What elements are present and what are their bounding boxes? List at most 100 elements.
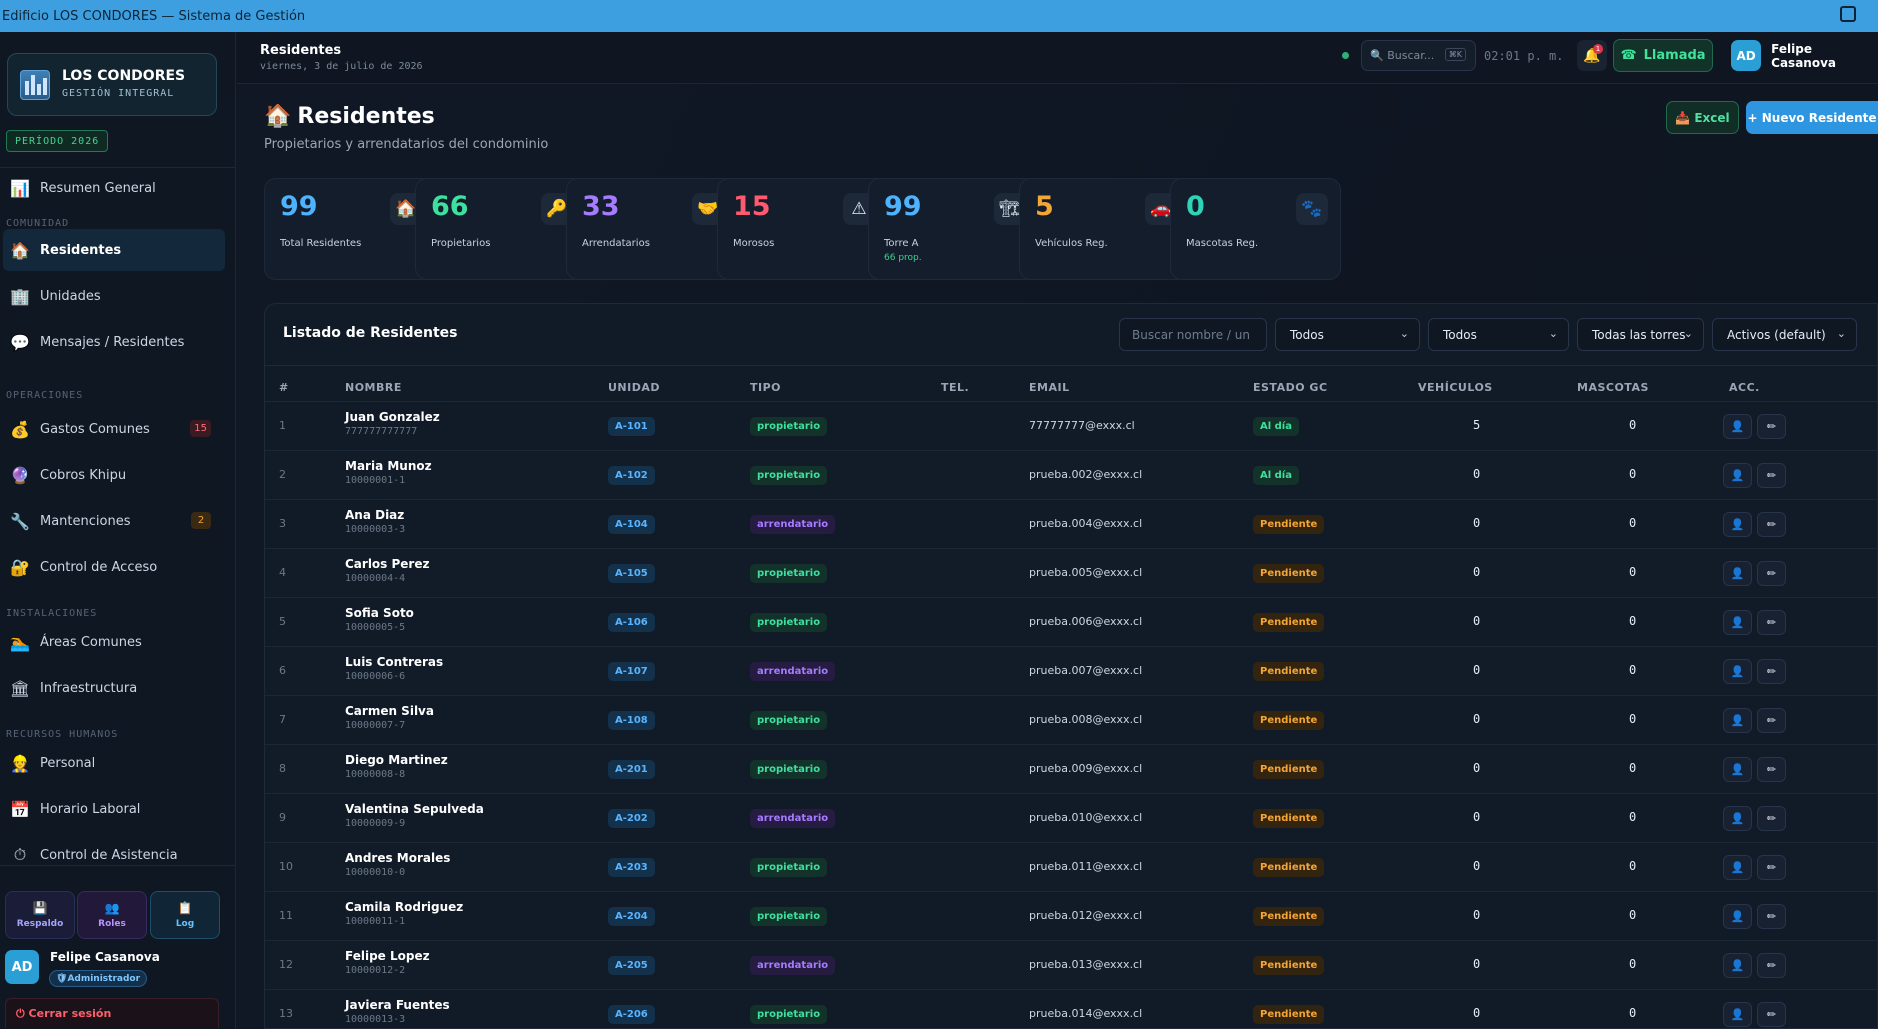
- resident-name[interactable]: Diego Martinez: [345, 753, 448, 767]
- resident-name[interactable]: Luis Contreras: [345, 655, 443, 669]
- table-row[interactable]: 8 Diego Martinez 10000008-8 A-201 propietari…: [265, 745, 1877, 794]
- resident-name[interactable]: Carlos Perez: [345, 557, 429, 571]
- view-profile-button[interactable]: 👤: [1723, 806, 1752, 831]
- edit-button[interactable]: ✏: [1757, 953, 1786, 978]
- col-mascotas[interactable]: MASCOTAS: [1577, 381, 1649, 394]
- col-vehiculos[interactable]: VEHÍCULOS: [1418, 381, 1493, 394]
- stat-card[interactable]: 99 Total Residentes 🏠: [264, 178, 435, 280]
- new-resident-button[interactable]: + Nuevo Residente: [1746, 101, 1878, 134]
- table-row[interactable]: 9 Valentina Sepulveda 10000009-9 A-202 arren…: [265, 794, 1877, 843]
- edit-button[interactable]: ✏: [1757, 463, 1786, 488]
- stat-card[interactable]: 5 Vehículos Reg. 🚗: [1019, 178, 1190, 280]
- resident-name[interactable]: Ana Diaz: [345, 508, 404, 522]
- sidebar-item-unidades[interactable]: 🏢 Unidades: [3, 275, 225, 317]
- status-badge: Pendiente: [1253, 907, 1325, 926]
- row-index: 11: [279, 909, 293, 922]
- view-profile-button[interactable]: 👤: [1723, 1002, 1752, 1027]
- resident-name[interactable]: Juan Gonzalez: [345, 410, 440, 424]
- resident-name[interactable]: Camila Rodriguez: [345, 900, 463, 914]
- edit-button[interactable]: ✏: [1757, 561, 1786, 586]
- stat-card[interactable]: 33 Arrendatarios 🤝: [566, 178, 737, 280]
- edit-button[interactable]: ✏: [1757, 708, 1786, 733]
- table-row[interactable]: 6 Luis Contreras 10000006-6 A-107 arrendatar…: [265, 647, 1877, 696]
- col-estado[interactable]: ESTADO GC: [1253, 381, 1328, 394]
- view-profile-button[interactable]: 👤: [1723, 757, 1752, 782]
- stat-card[interactable]: 99 Torre A 66 prop. 🏗: [868, 178, 1039, 280]
- resident-name[interactable]: Valentina Sepulveda: [345, 802, 484, 816]
- view-profile-button[interactable]: 👤: [1723, 610, 1752, 635]
- view-profile-button[interactable]: 👤: [1723, 512, 1752, 537]
- table-row[interactable]: 11 Camila Rodriguez 10000011-1 A-204 propiet…: [265, 892, 1877, 941]
- logout-button[interactable]: ⏻ Cerrar sesión: [5, 998, 219, 1028]
- edit-button[interactable]: ✏: [1757, 512, 1786, 537]
- table-row[interactable]: 3 Ana Diaz 10000003-3 A-104 arrendatario prue…: [265, 500, 1877, 549]
- table-row[interactable]: 2 Maria Munoz 10000001-1 A-102 propietario pr…: [265, 451, 1877, 500]
- table-row[interactable]: 13 Javiera Fuentes 10000013-3 A-206 propieta…: [265, 990, 1877, 1029]
- sidebar-item-horario[interactable]: 📅 Horario Laboral: [3, 788, 225, 830]
- col-tipo[interactable]: TIPO: [750, 381, 781, 394]
- roles-button[interactable]: 👥 Roles: [77, 891, 147, 939]
- resident-name[interactable]: Javiera Fuentes: [345, 998, 450, 1012]
- view-profile-button[interactable]: 👤: [1723, 855, 1752, 880]
- resident-name[interactable]: Felipe Lopez: [345, 949, 430, 963]
- view-profile-button[interactable]: 👤: [1723, 659, 1752, 684]
- sidebar-item-asistencia[interactable]: ⏱ Control de Asistencia: [3, 834, 225, 876]
- name-search-input[interactable]: Buscar nombre / un: [1119, 318, 1267, 351]
- edit-button[interactable]: ✏: [1757, 610, 1786, 635]
- respaldo-button[interactable]: 💾 Respaldo: [5, 891, 75, 939]
- resident-name[interactable]: Sofia Soto: [345, 606, 414, 620]
- global-search[interactable]: 🔍 Buscar... ⌘K: [1361, 40, 1476, 71]
- edit-button[interactable]: ✏: [1757, 414, 1786, 439]
- log-button[interactable]: 📋 Log: [150, 891, 220, 939]
- stat-card[interactable]: 0 Mascotas Reg. 🐾: [1170, 178, 1341, 280]
- view-profile-button[interactable]: 👤: [1723, 953, 1752, 978]
- view-profile-button[interactable]: 👤: [1723, 708, 1752, 733]
- resident-name[interactable]: Maria Munoz: [345, 459, 432, 473]
- col-unidad[interactable]: UNIDAD: [608, 381, 660, 394]
- topbar-user[interactable]: AD Felipe Casanova: [1731, 40, 1878, 71]
- edit-button[interactable]: ✏: [1757, 757, 1786, 782]
- sidebar-item-gastos[interactable]: 💰 Gastos Comunes 15: [3, 408, 225, 450]
- resident-email: prueba.008@exxx.cl: [1029, 713, 1143, 726]
- view-profile-button[interactable]: 👤: [1723, 561, 1752, 586]
- table-row[interactable]: 1 Juan Gonzalez 777777777777 A-101 propietar…: [265, 402, 1877, 451]
- edit-button[interactable]: ✏: [1757, 806, 1786, 831]
- sidebar-item-infra[interactable]: 🏛 Infraestructura: [3, 667, 225, 709]
- resident-name[interactable]: Carmen Silva: [345, 704, 434, 718]
- stat-card[interactable]: 66 Propietarios 🔑: [415, 178, 586, 280]
- notifications-button[interactable]: 🔔 1: [1577, 40, 1607, 71]
- view-profile-button[interactable]: 👤: [1723, 904, 1752, 929]
- brand-card[interactable]: LOS CONDORES GESTIÓN INTEGRAL: [7, 53, 217, 116]
- table-row[interactable]: 10 Andres Morales 10000010-0 A-203 propietar…: [265, 843, 1877, 892]
- edit-button[interactable]: ✏: [1757, 1002, 1786, 1027]
- view-profile-button[interactable]: 👤: [1723, 414, 1752, 439]
- tipo-filter-select[interactable]: Todos ⌄: [1275, 318, 1420, 351]
- sidebar-item-acceso[interactable]: 🔐 Control de Acceso: [3, 546, 225, 588]
- table-row[interactable]: 5 Sofia Soto 10000005-5 A-106 propietario pru…: [265, 598, 1877, 647]
- table-row[interactable]: 4 Carlos Perez 10000004-4 A-105 propietario p…: [265, 549, 1877, 598]
- edit-button[interactable]: ✏: [1757, 855, 1786, 880]
- activos-filter-select[interactable]: Activos (default) ⌄: [1712, 318, 1857, 351]
- edit-button[interactable]: ✏: [1757, 659, 1786, 684]
- col-email[interactable]: EMAIL: [1029, 381, 1070, 394]
- sidebar-item-mantenciones[interactable]: 🔧 Mantenciones 2: [3, 500, 225, 542]
- sidebar-item-mensajes[interactable]: 💬 Mensajes / Residentes: [3, 321, 225, 363]
- restore-window-icon[interactable]: [1840, 6, 1856, 22]
- sidebar-item-khipu[interactable]: 🔮 Cobros Khipu: [3, 454, 225, 496]
- sidebar-item-residentes[interactable]: 🏠 Residentes: [3, 229, 225, 271]
- torre-filter-select[interactable]: Todas las torres ⌄: [1577, 318, 1704, 351]
- stat-card[interactable]: 15 Morosos ⚠: [717, 178, 888, 280]
- table-row[interactable]: 12 Felipe Lopez 10000012-2 A-205 arrendatari…: [265, 941, 1877, 990]
- edit-button[interactable]: ✏: [1757, 904, 1786, 929]
- col-nombre[interactable]: NOMBRE: [345, 381, 402, 394]
- export-excel-button[interactable]: 📥 Excel: [1666, 101, 1739, 134]
- view-profile-button[interactable]: 👤: [1723, 463, 1752, 488]
- sidebar-item-personal[interactable]: 👷 Personal: [3, 742, 225, 784]
- resident-name[interactable]: Andres Morales: [345, 851, 450, 865]
- sidebar-user[interactable]: AD Felipe Casanova 🛡 Administrador: [5, 950, 225, 992]
- call-button[interactable]: ☎ Llamada: [1613, 39, 1713, 72]
- estado-filter-select[interactable]: Todos ⌄: [1428, 318, 1569, 351]
- sidebar-item-areas[interactable]: 🏊 Áreas Comunes: [3, 621, 225, 663]
- table-row[interactable]: 7 Carmen Silva 10000007-7 A-108 propietario p…: [265, 696, 1877, 745]
- sidebar-item-resumen[interactable]: 📊 Resumen General: [3, 167, 225, 209]
